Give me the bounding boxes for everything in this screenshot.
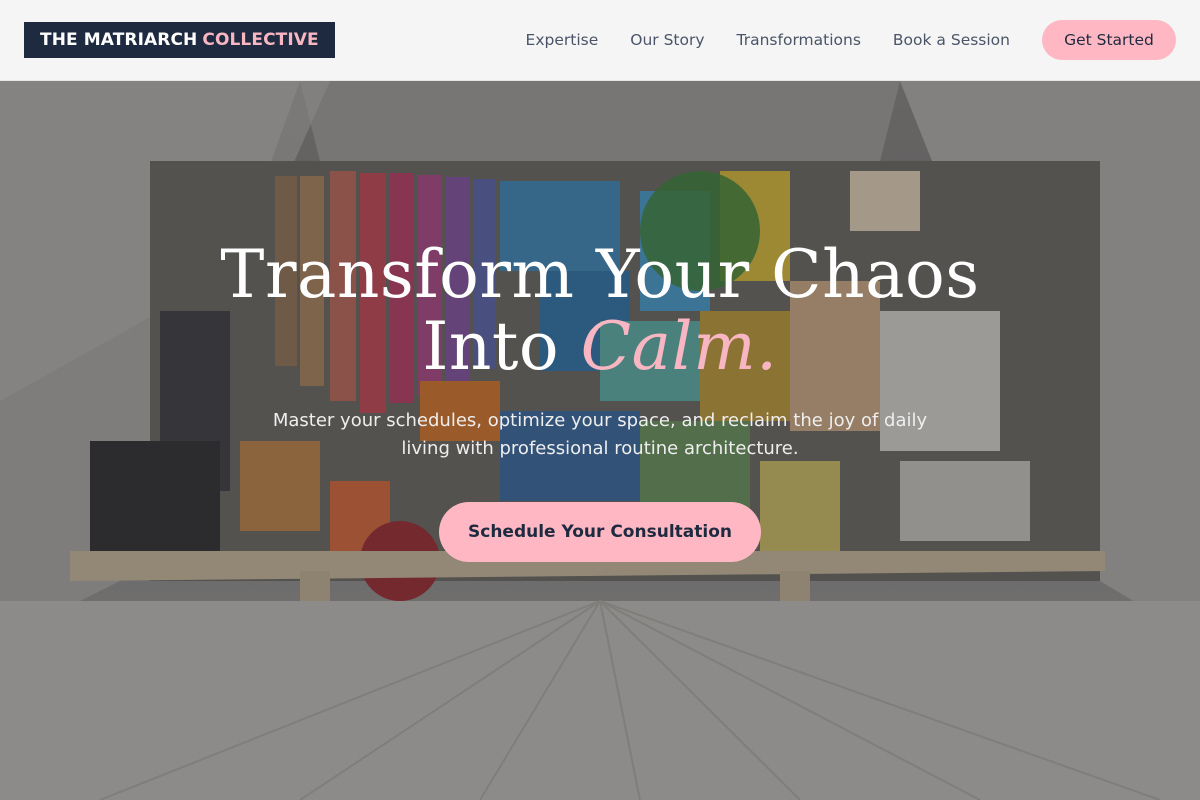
hero-headline: Transform Your Chaos Into Calm. <box>100 239 1100 383</box>
get-started-button[interactable]: Get Started <box>1042 20 1176 60</box>
nav-link-expertise[interactable]: Expertise <box>526 31 599 49</box>
nav-link-book-session[interactable]: Book a Session <box>893 31 1010 49</box>
headline-accent-word: Calm. <box>580 308 778 385</box>
main-nav: Expertise Our Story Transformations Book… <box>526 20 1176 60</box>
nav-link-transformations[interactable]: Transformations <box>737 31 861 49</box>
headline-line-1: Transform Your Chaos <box>220 236 980 313</box>
hero-subheadline: Master your schedules, optimize your spa… <box>272 410 928 459</box>
hero-section: Transform Your Chaos Into Calm. Master y… <box>0 81 1200 800</box>
hero-content: Transform Your Chaos Into Calm. Master y… <box>0 81 1200 800</box>
brand-name-main: THE MATRIARCH <box>40 30 198 50</box>
nav-link-our-story[interactable]: Our Story <box>630 31 704 49</box>
schedule-consultation-button[interactable]: Schedule Your Consultation <box>439 502 761 562</box>
brand-name-accent: COLLECTIVE <box>202 30 319 50</box>
brand-logo[interactable]: THE MATRIARCH COLLECTIVE <box>24 22 335 58</box>
headline-line-2-prefix: Into <box>422 308 560 385</box>
site-header: THE MATRIARCH COLLECTIVE Expertise Our S… <box>0 0 1200 81</box>
